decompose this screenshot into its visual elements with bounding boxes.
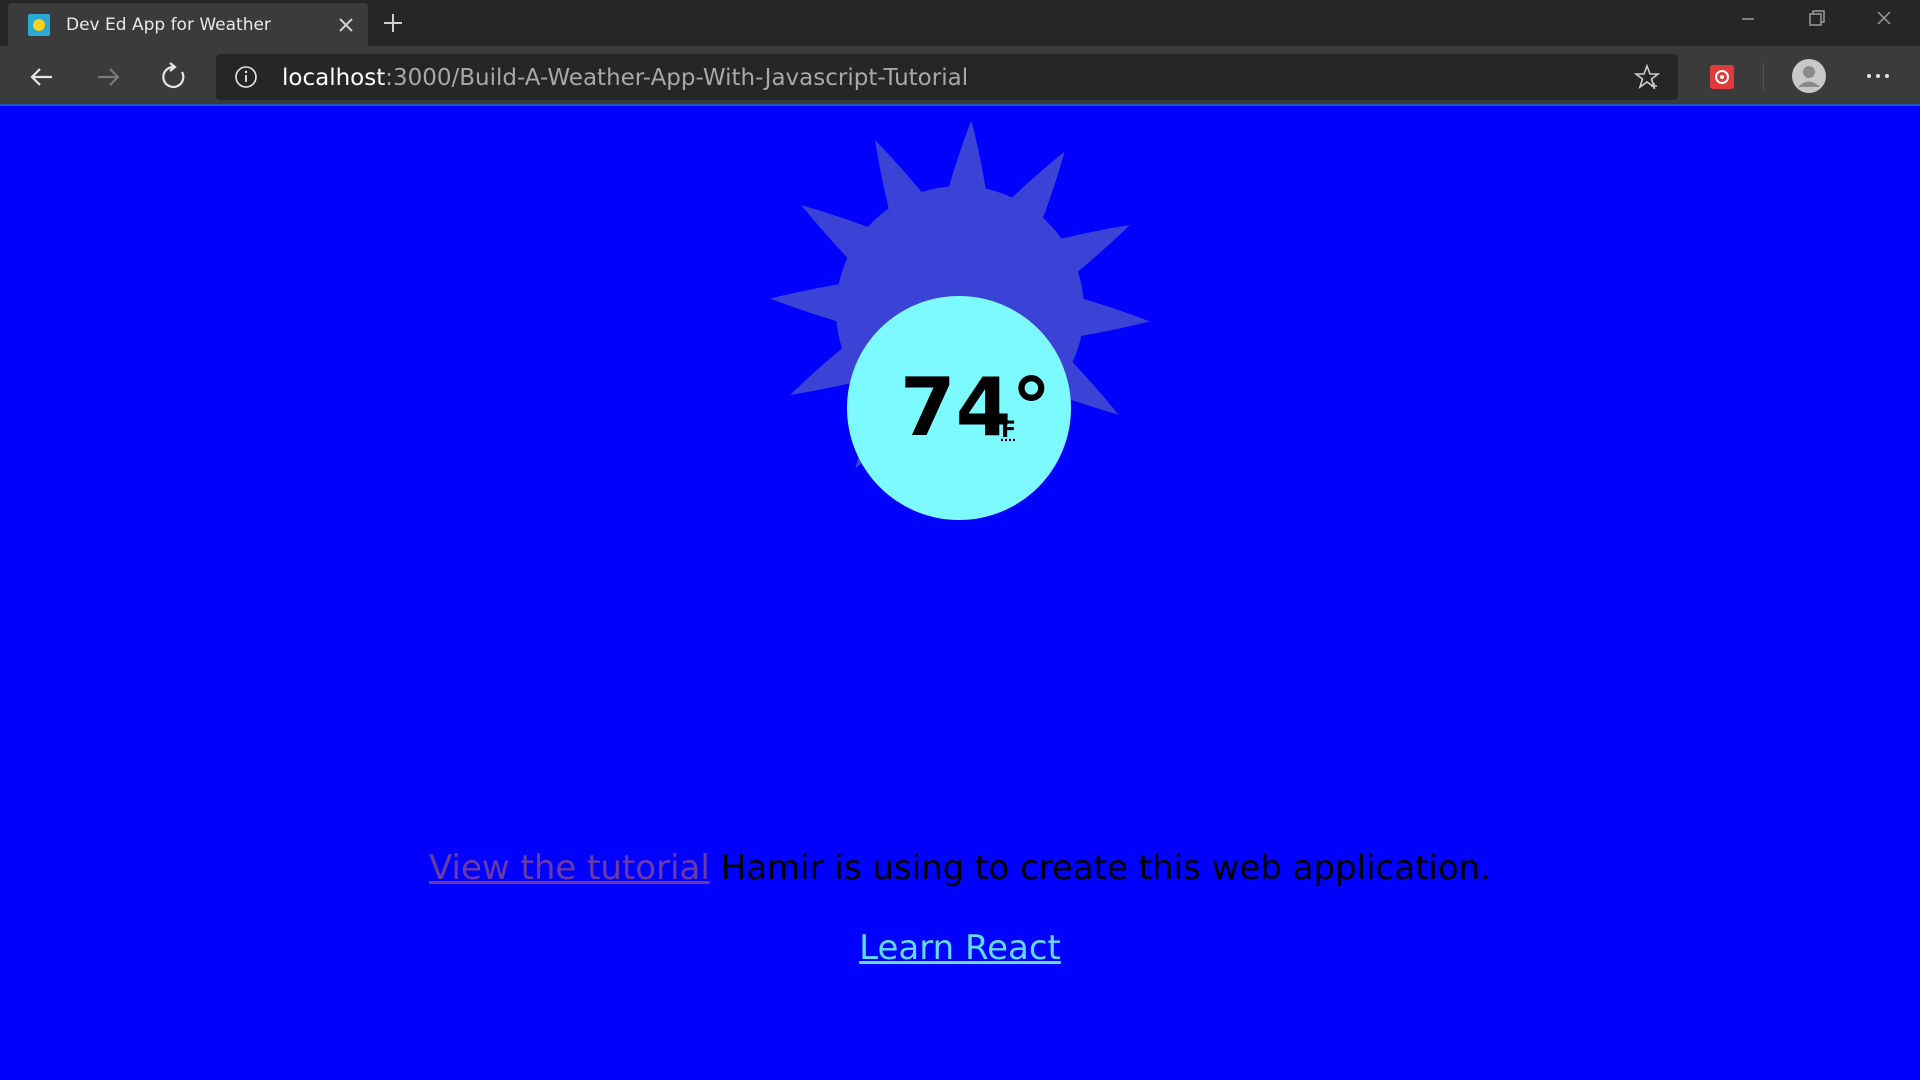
learn-react-link[interactable]: Learn React <box>859 928 1061 968</box>
url-path: :3000/Build-A-Weather-App-With-Javascrip… <box>385 65 969 91</box>
address-bar[interactable]: localhost:3000/Build-A-Weather-App-With-… <box>216 54 1678 100</box>
tab-close-icon[interactable] <box>334 13 358 37</box>
refresh-icon[interactable] <box>157 60 191 94</box>
favorite-star-icon[interactable] <box>1634 64 1660 90</box>
toolbar-divider <box>1763 63 1764 91</box>
extension-icon[interactable] <box>1709 64 1735 90</box>
back-icon[interactable] <box>25 60 59 94</box>
new-tab-icon[interactable] <box>380 10 406 36</box>
temperature-unit: F <box>1001 418 1017 443</box>
forward-icon[interactable] <box>91 60 125 94</box>
tab-title: Dev Ed App for Weather <box>66 15 271 35</box>
tutorial-text: Hamir is using to create this web applic… <box>709 848 1491 888</box>
browser-tab[interactable]: Dev Ed App for Weather <box>8 3 368 46</box>
url-text[interactable]: localhost:3000/Build-A-Weather-App-With-… <box>282 65 968 91</box>
temperature-value: 74° <box>900 361 1052 454</box>
url-host: localhost <box>282 65 386 91</box>
more-options-icon[interactable] <box>1862 62 1894 90</box>
minimize-icon[interactable] <box>1728 4 1768 34</box>
restore-icon[interactable] <box>1796 4 1836 34</box>
navigation-bar: localhost:3000/Build-A-Weather-App-With-… <box>0 46 1920 106</box>
favicon-icon <box>28 14 50 36</box>
close-window-icon[interactable] <box>1864 4 1904 34</box>
info-icon[interactable] <box>234 65 258 89</box>
tab-strip: Dev Ed App for Weather <box>0 0 1920 46</box>
learn-react-container: Learn React <box>0 928 1920 968</box>
tutorial-sentence: View the tutorial Hamir is using to crea… <box>0 848 1920 888</box>
profile-avatar-icon[interactable] <box>1791 58 1827 94</box>
tutorial-link[interactable]: View the tutorial <box>429 848 710 888</box>
